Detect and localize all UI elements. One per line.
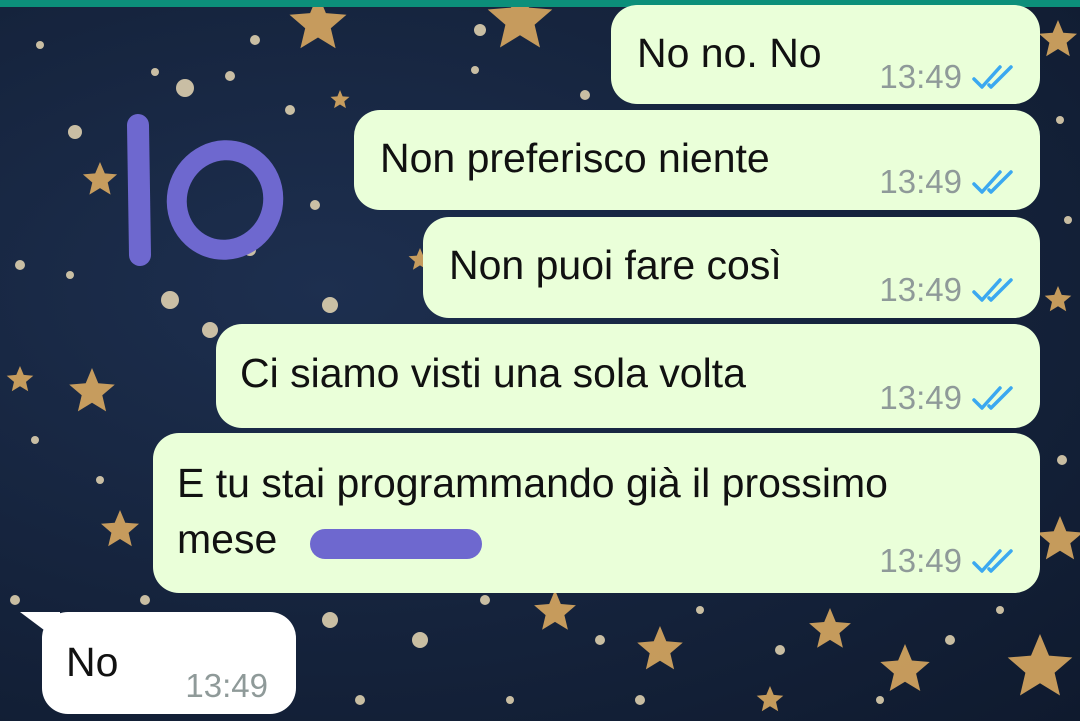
wallpaper-dot bbox=[1056, 116, 1064, 124]
wallpaper-star bbox=[534, 590, 576, 630]
wallpaper-star bbox=[809, 608, 851, 648]
wallpaper-star bbox=[880, 644, 930, 691]
message-time: 13:49 bbox=[879, 542, 962, 579]
wallpaper-dot bbox=[140, 595, 150, 605]
wallpaper-star bbox=[289, 0, 347, 49]
wallpaper-star bbox=[330, 90, 350, 109]
wallpaper-dot bbox=[474, 24, 486, 36]
wallpaper-star bbox=[1037, 516, 1080, 560]
message-text: Ci siamo visti una sola volta bbox=[240, 350, 746, 396]
message-time: 13:49 bbox=[879, 379, 962, 416]
wallpaper-dot bbox=[161, 291, 179, 309]
message-time: 13:49 bbox=[185, 667, 268, 704]
wallpaper-dot bbox=[635, 695, 645, 705]
wallpaper-star bbox=[637, 626, 683, 670]
message-bubble-outgoing[interactable]: E tu stai programmando già il prossimo m… bbox=[153, 433, 1040, 593]
wallpaper-star bbox=[487, 0, 553, 48]
message-text-line1: E tu stai programmando già il prossimo bbox=[177, 460, 888, 506]
wallpaper-dot bbox=[595, 635, 605, 645]
wallpaper-dot bbox=[31, 436, 39, 444]
wallpaper-dot bbox=[36, 41, 44, 49]
wallpaper-dot bbox=[96, 476, 104, 484]
wallpaper-dot bbox=[412, 632, 428, 648]
wallpaper-dot bbox=[66, 271, 74, 279]
message-text: No no. No bbox=[637, 30, 822, 76]
message-bubble-outgoing[interactable]: Ci siamo visti una sola volta 13:49 bbox=[216, 324, 1040, 428]
wallpaper-dot bbox=[876, 696, 884, 704]
wallpaper-dot bbox=[506, 696, 514, 704]
double-check-icon bbox=[972, 549, 1013, 573]
wallpaper-dot bbox=[945, 635, 955, 645]
message-time: 13:49 bbox=[879, 58, 962, 95]
double-check-icon bbox=[972, 278, 1013, 302]
wallpaper-dot bbox=[322, 297, 338, 313]
message-text: No bbox=[66, 639, 119, 685]
wallpaper-dot bbox=[996, 606, 1004, 614]
message-bubble-outgoing[interactable]: Non preferisco niente 13:49 bbox=[354, 110, 1040, 210]
wallpaper-dot bbox=[1057, 455, 1067, 465]
handwritten-annotation bbox=[127, 114, 284, 266]
wallpaper-dot bbox=[696, 606, 704, 614]
wallpaper-star bbox=[1007, 634, 1073, 696]
wallpaper-star bbox=[1039, 20, 1077, 57]
wallpaper-dot bbox=[580, 90, 590, 100]
wallpaper-star bbox=[756, 686, 784, 712]
double-check-icon bbox=[972, 170, 1013, 194]
wallpaper-star bbox=[101, 510, 139, 547]
message-text: Non puoi fare così bbox=[449, 242, 782, 288]
wallpaper-dot bbox=[176, 79, 194, 97]
wallpaper-star bbox=[1044, 286, 1072, 312]
wallpaper-dot bbox=[250, 35, 260, 45]
redaction-mark bbox=[310, 529, 482, 559]
message-bubble-outgoing[interactable]: Non puoi fare così 13:49 bbox=[423, 217, 1040, 318]
wallpaper-star bbox=[6, 366, 34, 392]
wallpaper-dot bbox=[480, 595, 490, 605]
message-text: Non preferisco niente bbox=[380, 135, 770, 181]
wallpaper-star bbox=[69, 368, 115, 412]
wallpaper-dot bbox=[68, 125, 82, 139]
message-bubble-incoming[interactable]: No 13:49 bbox=[42, 612, 296, 714]
double-check-icon bbox=[972, 386, 1013, 410]
wallpaper-dot bbox=[151, 68, 159, 76]
wallpaper-dot bbox=[322, 612, 338, 628]
wallpaper-dot bbox=[202, 322, 218, 338]
message-bubble-outgoing[interactable]: No no. No 13:49 bbox=[611, 5, 1040, 104]
wallpaper-dot bbox=[1064, 216, 1072, 224]
message-text-line2: mese bbox=[177, 516, 278, 562]
wallpaper-dot bbox=[15, 260, 25, 270]
wallpaper-dot bbox=[310, 200, 320, 210]
wallpaper-dot bbox=[775, 645, 785, 655]
wallpaper-dot bbox=[10, 595, 20, 605]
wallpaper-dot bbox=[225, 71, 235, 81]
double-check-icon bbox=[972, 65, 1013, 89]
wallpaper-dot bbox=[471, 66, 479, 74]
message-time: 13:49 bbox=[879, 271, 962, 308]
wallpaper-dot bbox=[355, 695, 365, 705]
message-time: 13:49 bbox=[879, 163, 962, 200]
